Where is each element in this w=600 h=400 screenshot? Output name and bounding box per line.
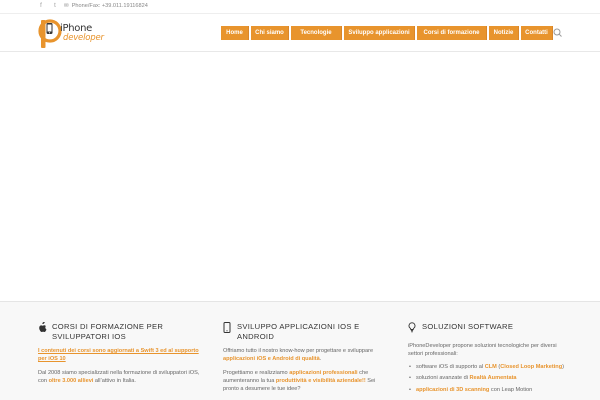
dev-p2-highlight-1: applicazioni professionali xyxy=(289,369,358,376)
dev-p1-highlight: applicazioni iOS e Android di qualità xyxy=(223,356,320,363)
nav-item-corsi-di-formazione[interactable]: Corsi di formazione xyxy=(417,26,487,40)
courses-column: CORSI DI FORMAZIONE PER SVILUPPATORI IOS… xyxy=(38,321,203,386)
nav-item-home[interactable]: Home xyxy=(221,26,249,40)
dev-paragraph-1: Offriamo tutto il nostro know-how per pr… xyxy=(223,347,388,364)
site-logo[interactable]: iPhone developer xyxy=(38,16,118,50)
dev-p2-pre: Progettiamo e realizziamo xyxy=(223,369,290,376)
hero-slider-area xyxy=(0,52,600,302)
dev-p1-pre: Offriamo tutto il nostro know-how per pr… xyxy=(223,348,374,354)
list-item: soluzioni avanzate di Realtà Aumentata xyxy=(408,374,573,383)
dev-title: SVILUPPO APPLICAZIONI IOS E ANDROID xyxy=(237,322,360,341)
phone-icon xyxy=(223,322,233,336)
dev-column: SVILUPPO APPLICAZIONI IOS E ANDROID Offr… xyxy=(223,322,388,393)
courses-title: CORSI DI FORMAZIONE PER SVILUPPATORI IOS xyxy=(52,322,164,341)
search-icon[interactable] xyxy=(552,27,564,39)
software-column: SOLUZIONI SOFTWARE iPhoneDeveloper propo… xyxy=(408,322,573,397)
logo-text-developer: developer xyxy=(63,33,104,43)
apple-icon xyxy=(38,321,48,335)
nav-item-contatti[interactable]: Contatti xyxy=(521,26,553,40)
phone-label: Phone/Fax: +39.011.19116824 xyxy=(71,3,148,9)
courses-update-link[interactable]: I contenuti dei corsi sono aggiornati a … xyxy=(38,348,199,362)
twitter-icon[interactable]: t xyxy=(50,1,60,12)
mail-icon: ✉ xyxy=(64,3,69,9)
software-b1-post: ) xyxy=(562,364,564,371)
main-nav: Home Chi siamo Tecnologie Sviluppo appli… xyxy=(221,26,553,40)
software-b1-pre: software iOS di supporto al xyxy=(416,364,485,371)
lightbulb-icon xyxy=(408,322,418,336)
list-item: applicazioni di 3D scanning con Leap Mot… xyxy=(408,386,573,395)
software-list: software iOS di supporto al CLM (Closed … xyxy=(408,363,573,394)
nav-item-chi-siamo[interactable]: Chi siamo xyxy=(251,26,289,40)
nav-item-notizie[interactable]: Notizie xyxy=(489,26,519,40)
site-header: iPhone developer Home Chi siamo Tecnolog… xyxy=(0,14,600,52)
top-bar: f t ✉ Phone/Fax: +39.011.19116824 xyxy=(0,0,600,14)
facebook-icon[interactable]: f xyxy=(36,1,46,12)
software-title: SOLUZIONI SOFTWARE xyxy=(422,322,514,331)
nav-item-sviluppo-applicazioni[interactable]: Sviluppo applicazioni xyxy=(344,26,415,40)
courses-heading: CORSI DI FORMAZIONE PER SVILUPPATORI IOS xyxy=(38,321,203,341)
list-item: software iOS di supporto al CLM (Closed … xyxy=(408,363,573,372)
software-heading: SOLUZIONI SOFTWARE xyxy=(408,322,573,336)
dev-p2-highlight-2: produttività e visibilità aziendale!! xyxy=(275,377,366,384)
social-links: f t xyxy=(36,1,60,12)
dev-paragraph-2: Progettiamo e realizziamo applicazioni p… xyxy=(223,369,388,394)
nav-item-tecnologie[interactable]: Tecnologie xyxy=(291,26,342,40)
software-b1-h1: CLM xyxy=(484,364,497,371)
software-b3-h: applicazioni di 3D scanning xyxy=(416,386,490,393)
software-b2-h: Realtà Aumentata xyxy=(469,375,517,382)
dev-p1-post: . xyxy=(319,356,322,363)
features-section: CORSI DI FORMAZIONE PER SVILUPPATORI IOS… xyxy=(0,302,600,400)
courses-p2-post: all’attivo in Italia. xyxy=(93,377,136,384)
dev-heading: SVILUPPO APPLICAZIONI IOS E ANDROID xyxy=(223,322,388,341)
software-intro: iPhoneDeveloper propone soluzioni tecnol… xyxy=(408,342,557,357)
courses-intro-paragraph: Dal 2008 siamo specializzati nella forma… xyxy=(38,369,203,386)
courses-p2-highlight: oltre 3.000 allievi xyxy=(48,377,94,384)
software-b2-pre: soluzioni avanzate di xyxy=(416,375,470,382)
phone-info: ✉ Phone/Fax: +39.011.19116824 xyxy=(64,1,148,12)
software-b1-h2: Closed Loop Marketing xyxy=(500,364,563,371)
software-b3-post: con Leap Motion xyxy=(489,386,533,393)
courses-update-paragraph: I contenuti dei corsi sono aggiornati a … xyxy=(38,347,203,364)
